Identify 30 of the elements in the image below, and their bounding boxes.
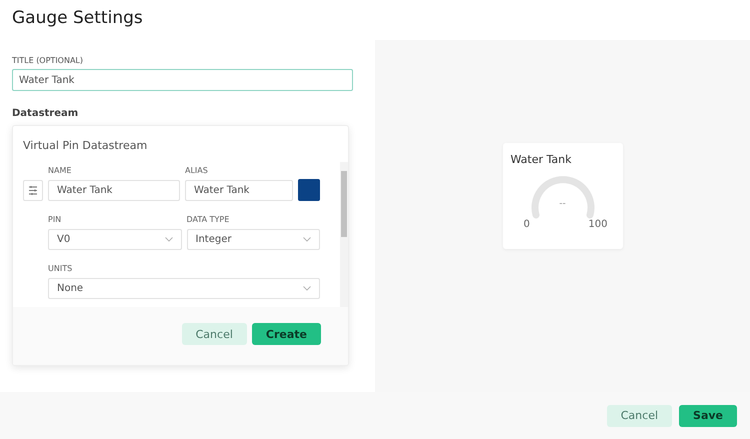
chevron-icon	[164, 237, 172, 242]
input-field[interactable]: Water Tank	[185, 180, 293, 201]
select-field[interactable]: None	[48, 278, 320, 299]
section-heading: Datastream	[12, 108, 80, 119]
primary-button[interactable]: Create	[252, 323, 321, 346]
cancel-button[interactable]: Cancel	[182, 323, 247, 346]
gauge-min: 0	[524, 219, 530, 230]
primary-button[interactable]: Save	[679, 404, 737, 427]
dialog-title: Virtual Pin Datastream	[22, 138, 148, 154]
field-label: PIN	[48, 215, 62, 225]
field-label: ALIAS	[185, 166, 209, 176]
gauge-max: 100	[588, 219, 608, 230]
title-input[interactable]: Water Tank	[12, 69, 353, 91]
field-label: TITLE (OPTIONAL)	[12, 56, 84, 65]
select-field[interactable]: Integer	[186, 229, 320, 250]
select-field[interactable]: V0	[48, 229, 182, 250]
page-title: Gauge Settings	[11, 7, 144, 30]
field-label: NAME	[48, 166, 72, 176]
chevron-icon	[303, 237, 311, 242]
color-swatch[interactable]	[298, 179, 320, 201]
settings-icon-button[interactable]	[23, 180, 43, 201]
field-label: UNITS	[48, 264, 74, 274]
sliders-icon	[28, 185, 38, 196]
scrollbar[interactable]	[340, 162, 348, 307]
gauge-value: --	[558, 199, 567, 209]
chevron-icon	[303, 286, 311, 291]
widget-title: Water Tank	[510, 153, 572, 166]
input-field[interactable]: Water Tank	[48, 180, 180, 201]
cancel-button[interactable]: Cancel	[606, 404, 672, 427]
field-label: DATA TYPE	[186, 215, 230, 225]
